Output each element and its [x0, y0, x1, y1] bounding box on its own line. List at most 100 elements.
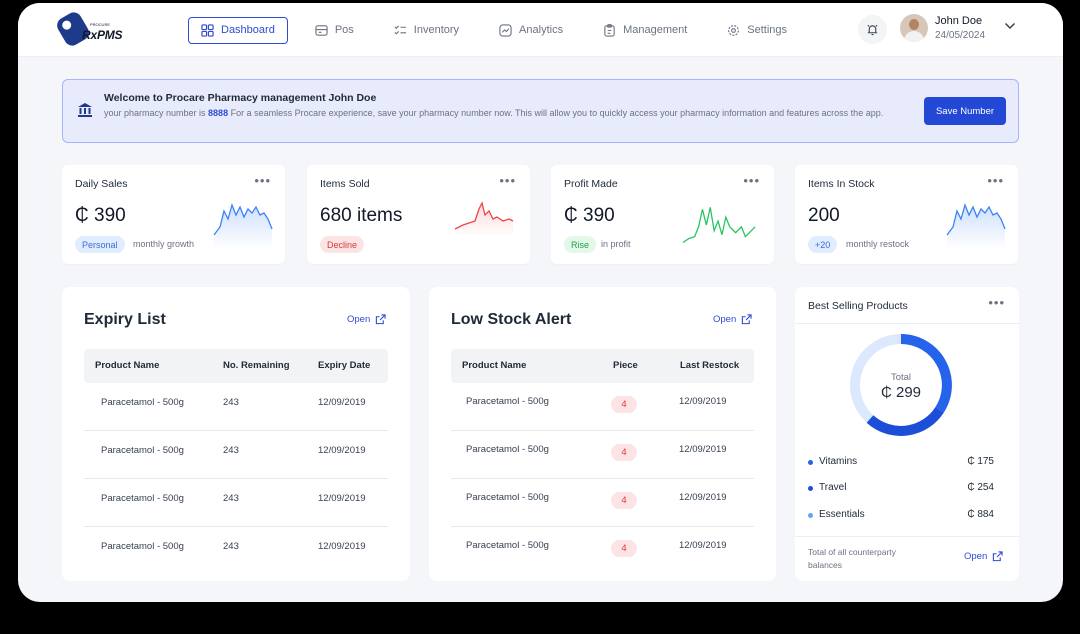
expiry-date: 12/09/2019 — [318, 493, 366, 504]
low-stock-panel: Low Stock Alert Open Product Name Piece … — [429, 287, 776, 581]
best-selling-footer: Total of all counterparty balances — [808, 547, 896, 570]
pos-icon — [315, 24, 328, 36]
piece-badge: 4 — [611, 492, 637, 509]
external-link-icon — [742, 314, 752, 325]
more-icon[interactable]: ••• — [987, 174, 1004, 187]
last-restock: 12/09/2019 — [679, 540, 727, 551]
remaining: 243 — [223, 493, 239, 504]
divider — [795, 323, 1019, 324]
nav-analytics[interactable]: Analytics — [486, 17, 576, 44]
table-row[interactable]: Paracetamol - 500g 243 12/09/2019 — [84, 527, 388, 575]
divider — [795, 536, 1019, 537]
bell-icon — [867, 24, 878, 36]
stat-value: 200 — [808, 205, 840, 226]
avatar[interactable] — [900, 14, 928, 42]
banner-text: your pharmacy number is 8888 For a seaml… — [104, 107, 904, 120]
last-restock: 12/09/2019 — [679, 396, 727, 407]
piece-badge: 4 — [611, 540, 637, 557]
more-icon[interactable]: ••• — [499, 174, 516, 187]
product-name: Paracetamol - 500g — [466, 396, 549, 407]
table-row[interactable]: Paracetamol - 500g 243 12/09/2019 — [84, 383, 388, 431]
column-header: Expiry Date — [318, 360, 371, 371]
stat-value: ₵ 390 — [564, 205, 615, 226]
product-name: Paracetamol - 500g — [466, 444, 549, 455]
more-icon[interactable]: ••• — [988, 296, 1005, 309]
brand-logo[interactable]: PROCURE RxPMS — [54, 9, 130, 49]
nav-management[interactable]: Management — [590, 17, 700, 44]
stat-note: monthly restock — [846, 239, 910, 249]
more-icon[interactable]: ••• — [743, 174, 760, 187]
column-header: Product Name — [95, 360, 160, 371]
column-header: Product Name — [462, 360, 527, 371]
stat-note: in profit — [601, 239, 631, 249]
table-row[interactable]: Paracetamol - 500g 243 12/09/2019 — [84, 431, 388, 479]
open-label: Open — [964, 551, 988, 562]
product-name: Paracetamol - 500g — [101, 445, 184, 456]
column-header: Piece — [613, 360, 638, 371]
product-name: Paracetamol - 500g — [101, 397, 184, 408]
open-label: Open — [713, 314, 737, 325]
table-row[interactable]: Paracetamol - 500g 4 12/09/2019 — [451, 479, 754, 527]
save-number-button[interactable]: Save Number — [924, 97, 1006, 125]
stat-card-profit-made: Profit Made ••• ₵ 390 Rise in profit — [551, 165, 774, 264]
user-date: 24/05/2024 — [935, 30, 986, 41]
product-name: Paracetamol - 500g — [101, 541, 184, 552]
grid-icon — [201, 23, 214, 37]
user-name: John Doe — [935, 15, 983, 27]
sparkline-chart — [682, 207, 756, 244]
product-name: Paracetamol - 500g — [466, 492, 549, 503]
expiry-open-link[interactable]: Open — [347, 314, 386, 325]
donut-total-label: Total — [891, 372, 911, 383]
app-window: PROCURE RxPMS Dashboard Pos Inventory An… — [18, 3, 1063, 602]
nav-dashboard[interactable]: Dashboard — [188, 16, 288, 44]
nav-label: Analytics — [519, 24, 564, 36]
best-selling-panel: Best Selling Products ••• Total ₵ 299 Vi… — [795, 287, 1019, 581]
donut-total-value: ₵ 299 — [881, 384, 921, 401]
sparkline-chart — [454, 201, 514, 237]
welcome-banner: Welcome to Procare Pharmacy management J… — [62, 79, 1019, 143]
last-restock: 12/09/2019 — [679, 492, 727, 503]
table-row[interactable]: Paracetamol - 500g 4 12/09/2019 — [451, 527, 754, 575]
chevron-down-icon[interactable] — [1004, 22, 1016, 30]
table-header: Product Name No. Remaining Expiry Date — [84, 349, 388, 383]
legend-label: Vitamins — [819, 456, 858, 467]
nav-label: Dashboard — [221, 24, 275, 36]
nav-settings[interactable]: Settings — [714, 17, 800, 44]
legend-item: Essentials ₵ 884 — [808, 508, 994, 524]
nav-pos[interactable]: Pos — [302, 17, 367, 44]
more-icon[interactable]: ••• — [254, 174, 271, 187]
legend-dot — [808, 486, 813, 491]
top-navbar: PROCURE RxPMS Dashboard Pos Inventory An… — [18, 3, 1063, 57]
stat-note: monthly growth — [133, 239, 195, 249]
stat-card-daily-sales: Daily Sales ••• ₵ 390 Personal monthly g… — [62, 165, 285, 264]
pharmacy-number: 8888 — [208, 108, 229, 118]
table-row[interactable]: Paracetamol - 500g 4 12/09/2019 — [451, 431, 754, 479]
legend-value: ₵ 175 — [967, 456, 994, 467]
panel-title: Low Stock Alert — [451, 311, 572, 328]
table-row[interactable]: Paracetamol - 500g 4 12/09/2019 — [451, 383, 754, 431]
expiry-list-panel: Expiry List Open Product Name No. Remain… — [62, 287, 410, 581]
banner-title: Welcome to Procare Pharmacy management J… — [104, 92, 377, 104]
low-stock-open-link[interactable]: Open — [713, 314, 752, 325]
expiry-date: 12/09/2019 — [318, 445, 366, 456]
stat-value: 680 items — [320, 205, 403, 226]
nav-inventory[interactable]: Inventory — [381, 17, 472, 44]
brand-tagline: PROCURE — [90, 22, 111, 27]
sparkline-chart — [946, 202, 1006, 249]
remaining: 243 — [223, 397, 239, 408]
notifications-button[interactable] — [858, 15, 887, 44]
piece-badge: 4 — [611, 396, 637, 413]
remaining: 243 — [223, 541, 239, 552]
remaining: 243 — [223, 445, 239, 456]
last-restock: 12/09/2019 — [679, 444, 727, 455]
stat-card-items-sold: Items Sold ••• 680 items Decline — [307, 165, 530, 264]
best-selling-open-link[interactable]: Open — [964, 551, 1003, 562]
table-row[interactable]: Paracetamol - 500g 243 12/09/2019 — [84, 479, 388, 527]
chart-icon — [499, 23, 512, 37]
stat-card-items-in-stock: Items In Stock ••• 200 +20 monthly resto… — [795, 165, 1018, 264]
stat-title: Items In Stock — [808, 178, 875, 190]
piece-badge: 4 — [611, 444, 637, 461]
nav-label: Settings — [747, 24, 788, 36]
table-header: Product Name Piece Last Restock — [451, 349, 754, 383]
external-link-icon — [993, 551, 1003, 562]
